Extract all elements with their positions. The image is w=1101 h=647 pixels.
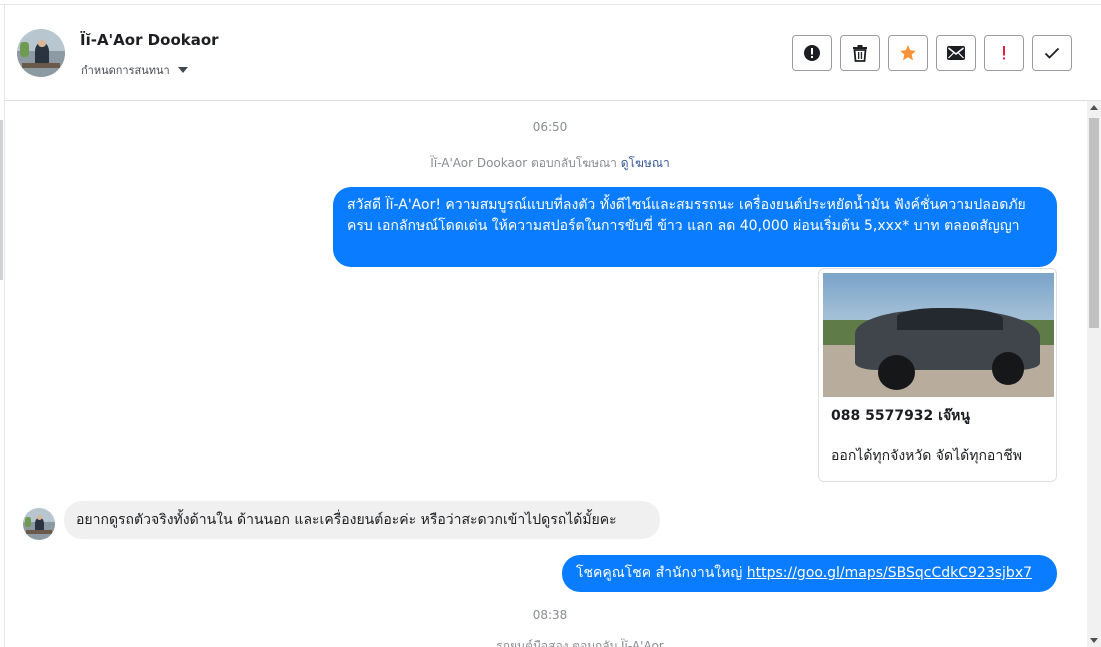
done-button[interactable] bbox=[1032, 35, 1072, 71]
flag-button[interactable] bbox=[984, 35, 1024, 71]
vertical-scrollbar[interactable] bbox=[1087, 101, 1101, 647]
car-photo bbox=[823, 273, 1054, 397]
timestamp: 08:38 bbox=[532, 608, 568, 622]
card-description: ออกได้ทุกจังหวัด จัดได้ทุกอาชีพ bbox=[831, 448, 1022, 464]
conversation-settings-label: กำหนดการสนทนา bbox=[81, 64, 170, 77]
star-icon bbox=[900, 45, 916, 61]
alert-circle-icon bbox=[804, 45, 820, 61]
messenger-window: Ïĭ-A'Aor Dookaor กำหนดการสนทนา 06:50 Ïĭ-… bbox=[0, 0, 1101, 647]
envelope-icon bbox=[947, 46, 965, 60]
map-link[interactable]: https://goo.gl/maps/SBSqcCdkC923sjbx7 bbox=[747, 565, 1032, 581]
scroll-down-arrow-icon[interactable] bbox=[1090, 638, 1098, 643]
conversation-actions bbox=[792, 35, 1080, 71]
sender-avatar bbox=[23, 508, 55, 540]
contact-avatar[interactable] bbox=[17, 29, 65, 77]
ad-card[interactable]: 088 5577932 เจ๊หนู ออกได้ทุกจังหวัด จัดไ… bbox=[818, 268, 1057, 482]
delete-button[interactable] bbox=[840, 35, 880, 71]
ad-reply-text: Ïĭ-A'Aor Dookaor ตอบกลับโฆษณา bbox=[430, 156, 617, 170]
message-text: โชคคูณโชค สำนักงานใหญ่ bbox=[576, 565, 747, 581]
ad-reply-notice: Ïĭ-A'Aor Dookaor ตอบกลับโฆษณา ดูโฆษณา bbox=[5, 154, 1085, 173]
exclamation-icon bbox=[1003, 46, 1005, 60]
conversation-header: Ïĭ-A'Aor Dookaor กำหนดการสนทนา bbox=[5, 5, 1101, 101]
card-title: 088 5577932 เจ๊หนู bbox=[831, 408, 970, 424]
timestamp: 06:50 bbox=[532, 120, 568, 134]
scroll-up-arrow-icon[interactable] bbox=[1090, 105, 1098, 110]
trash-icon bbox=[853, 45, 867, 62]
mark-unread-button[interactable] bbox=[936, 35, 976, 71]
checkmark-icon bbox=[1044, 47, 1060, 59]
scrollbar-thumb[interactable] bbox=[1089, 118, 1099, 328]
star-button[interactable] bbox=[888, 35, 928, 71]
conversation-settings-dropdown[interactable]: กำหนดการสนทนา bbox=[81, 61, 188, 79]
caret-down-icon bbox=[177, 67, 188, 73]
incoming-message: อยากดูรถตัวจริงทั้งด้านใน ด้านนอก และเคร… bbox=[64, 501, 660, 539]
view-ad-link[interactable]: ดูโฆษณา bbox=[621, 156, 670, 170]
message-thread[interactable]: 06:50 Ïĭ-A'Aor Dookaor ตอบกลับโฆษณา ดูโฆ… bbox=[5, 101, 1085, 647]
contact-name[interactable]: Ïĭ-A'Aor Dookaor bbox=[80, 31, 219, 49]
mark-spam-button[interactable] bbox=[792, 35, 832, 71]
outgoing-message-link: โชคคูณโชค สำนักงานใหญ่ https://goo.gl/ma… bbox=[562, 555, 1057, 592]
outgoing-message: สวัสดี Ïĭ-A'Aor! ความสมบูรณ์แบบที่ลงตัว … bbox=[333, 187, 1057, 267]
page-reply-notice: รถยนต์มือสอง ตอบกลับ Ïĭ-A'Aor bbox=[496, 639, 664, 647]
left-panel-edge bbox=[0, 120, 3, 280]
